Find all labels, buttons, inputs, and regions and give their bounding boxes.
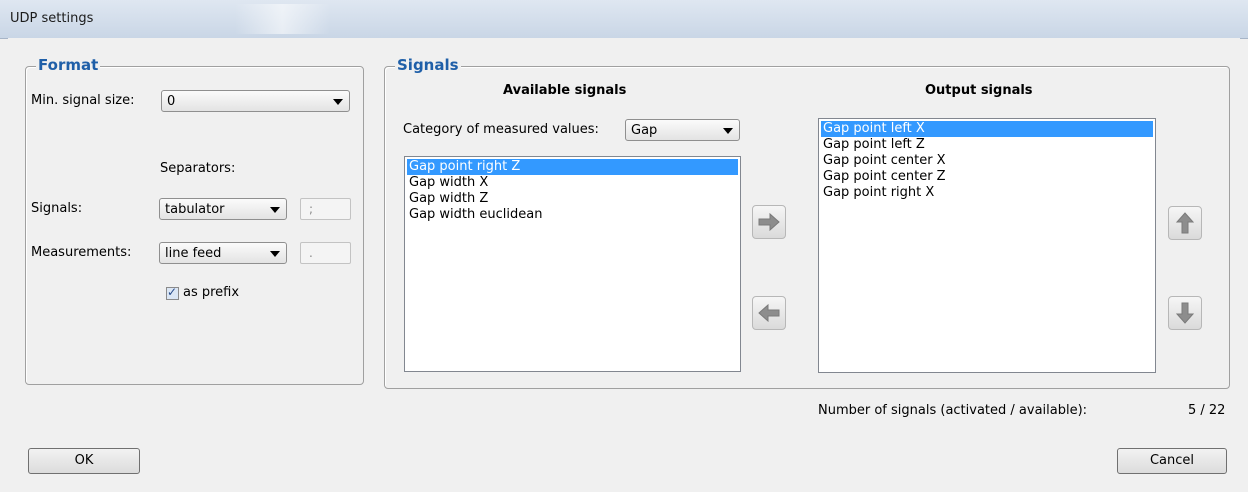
- signal-count-label: Number of signals (activated / available…: [818, 403, 1088, 418]
- available-signals-list[interactable]: Gap point right Z Gap width X Gap width ZG…: [404, 156, 741, 372]
- min-signal-size-combo[interactable]: 0: [161, 90, 350, 112]
- list-item[interactable]: Gap point right Z: [407, 159, 738, 175]
- list-item[interactable]: Gap width euclidean: [407, 207, 738, 223]
- measurements-separator-value: line feed: [165, 246, 222, 261]
- chevron-down-icon: [723, 128, 733, 134]
- move-up-button[interactable]: [1168, 206, 1202, 240]
- as-prefix-checkbox[interactable]: [166, 285, 179, 300]
- list-item[interactable]: Gap point right X: [821, 185, 1153, 201]
- format-legend: Format: [36, 56, 101, 74]
- category-combo[interactable]: Gap: [625, 119, 740, 141]
- output-signals-list[interactable]: Gap point left X Gap point left Z Gap poin…: [818, 118, 1156, 373]
- add-signal-button[interactable]: [752, 205, 786, 239]
- signals-legend: Signals: [395, 56, 461, 74]
- output-signals-header: Output signals: [925, 83, 1033, 98]
- list-item[interactable]: Gap width Z: [407, 191, 738, 207]
- measurements-separator-combo[interactable]: line feed: [159, 242, 287, 264]
- as-prefix-label: as prefix: [183, 285, 240, 300]
- measurements-separator-label: Measurements:: [31, 245, 132, 260]
- list-item[interactable]: Gap point center X: [821, 153, 1153, 169]
- ok-button[interactable]: OK: [28, 448, 140, 474]
- list-item[interactable]: Gap point left X: [821, 121, 1153, 137]
- cancel-button[interactable]: Cancel: [1117, 448, 1227, 474]
- signals-separator-value: tabulator: [165, 202, 225, 217]
- remove-signal-button[interactable]: [752, 296, 786, 330]
- signals-separator-char-text: ;: [309, 202, 314, 216]
- window-title: UDP settings: [10, 11, 94, 26]
- category-label: Category of measured values:: [403, 122, 599, 137]
- measurements-separator-char: .: [300, 242, 351, 264]
- available-signals-header: Available signals: [503, 83, 627, 98]
- min-signal-size-value: 0: [167, 94, 176, 109]
- chevron-down-icon: [270, 251, 280, 257]
- signal-count-value: 5 / 22: [1188, 403, 1226, 418]
- list-item[interactable]: Gap width X: [407, 175, 738, 191]
- chevron-down-icon: [333, 99, 343, 105]
- list-item[interactable]: Gap point left Z: [821, 137, 1153, 153]
- separators-label: Separators:: [160, 161, 236, 176]
- window-titlebar: UDP settings: [0, 0, 1248, 39]
- dialog-body: Format Min. signal size: 0 Separators: S…: [8, 38, 1240, 488]
- signals-separator-combo[interactable]: tabulator: [159, 198, 287, 220]
- move-down-button[interactable]: [1168, 296, 1202, 330]
- arrow-left-icon: [758, 304, 780, 322]
- category-value: Gap: [631, 123, 658, 138]
- measurements-separator-char-text: .: [309, 246, 313, 260]
- arrow-right-icon: [758, 213, 780, 231]
- min-signal-size-label: Min. signal size:: [31, 93, 135, 108]
- signals-separator-label: Signals:: [31, 201, 83, 216]
- titlebar-glow: [235, 4, 330, 34]
- list-item[interactable]: Gap point center Z: [821, 169, 1153, 185]
- arrow-down-icon: [1176, 302, 1194, 324]
- signals-separator-char: ;: [300, 198, 351, 220]
- arrow-up-icon: [1176, 212, 1194, 234]
- format-group: [25, 66, 364, 385]
- chevron-down-icon: [270, 207, 280, 213]
